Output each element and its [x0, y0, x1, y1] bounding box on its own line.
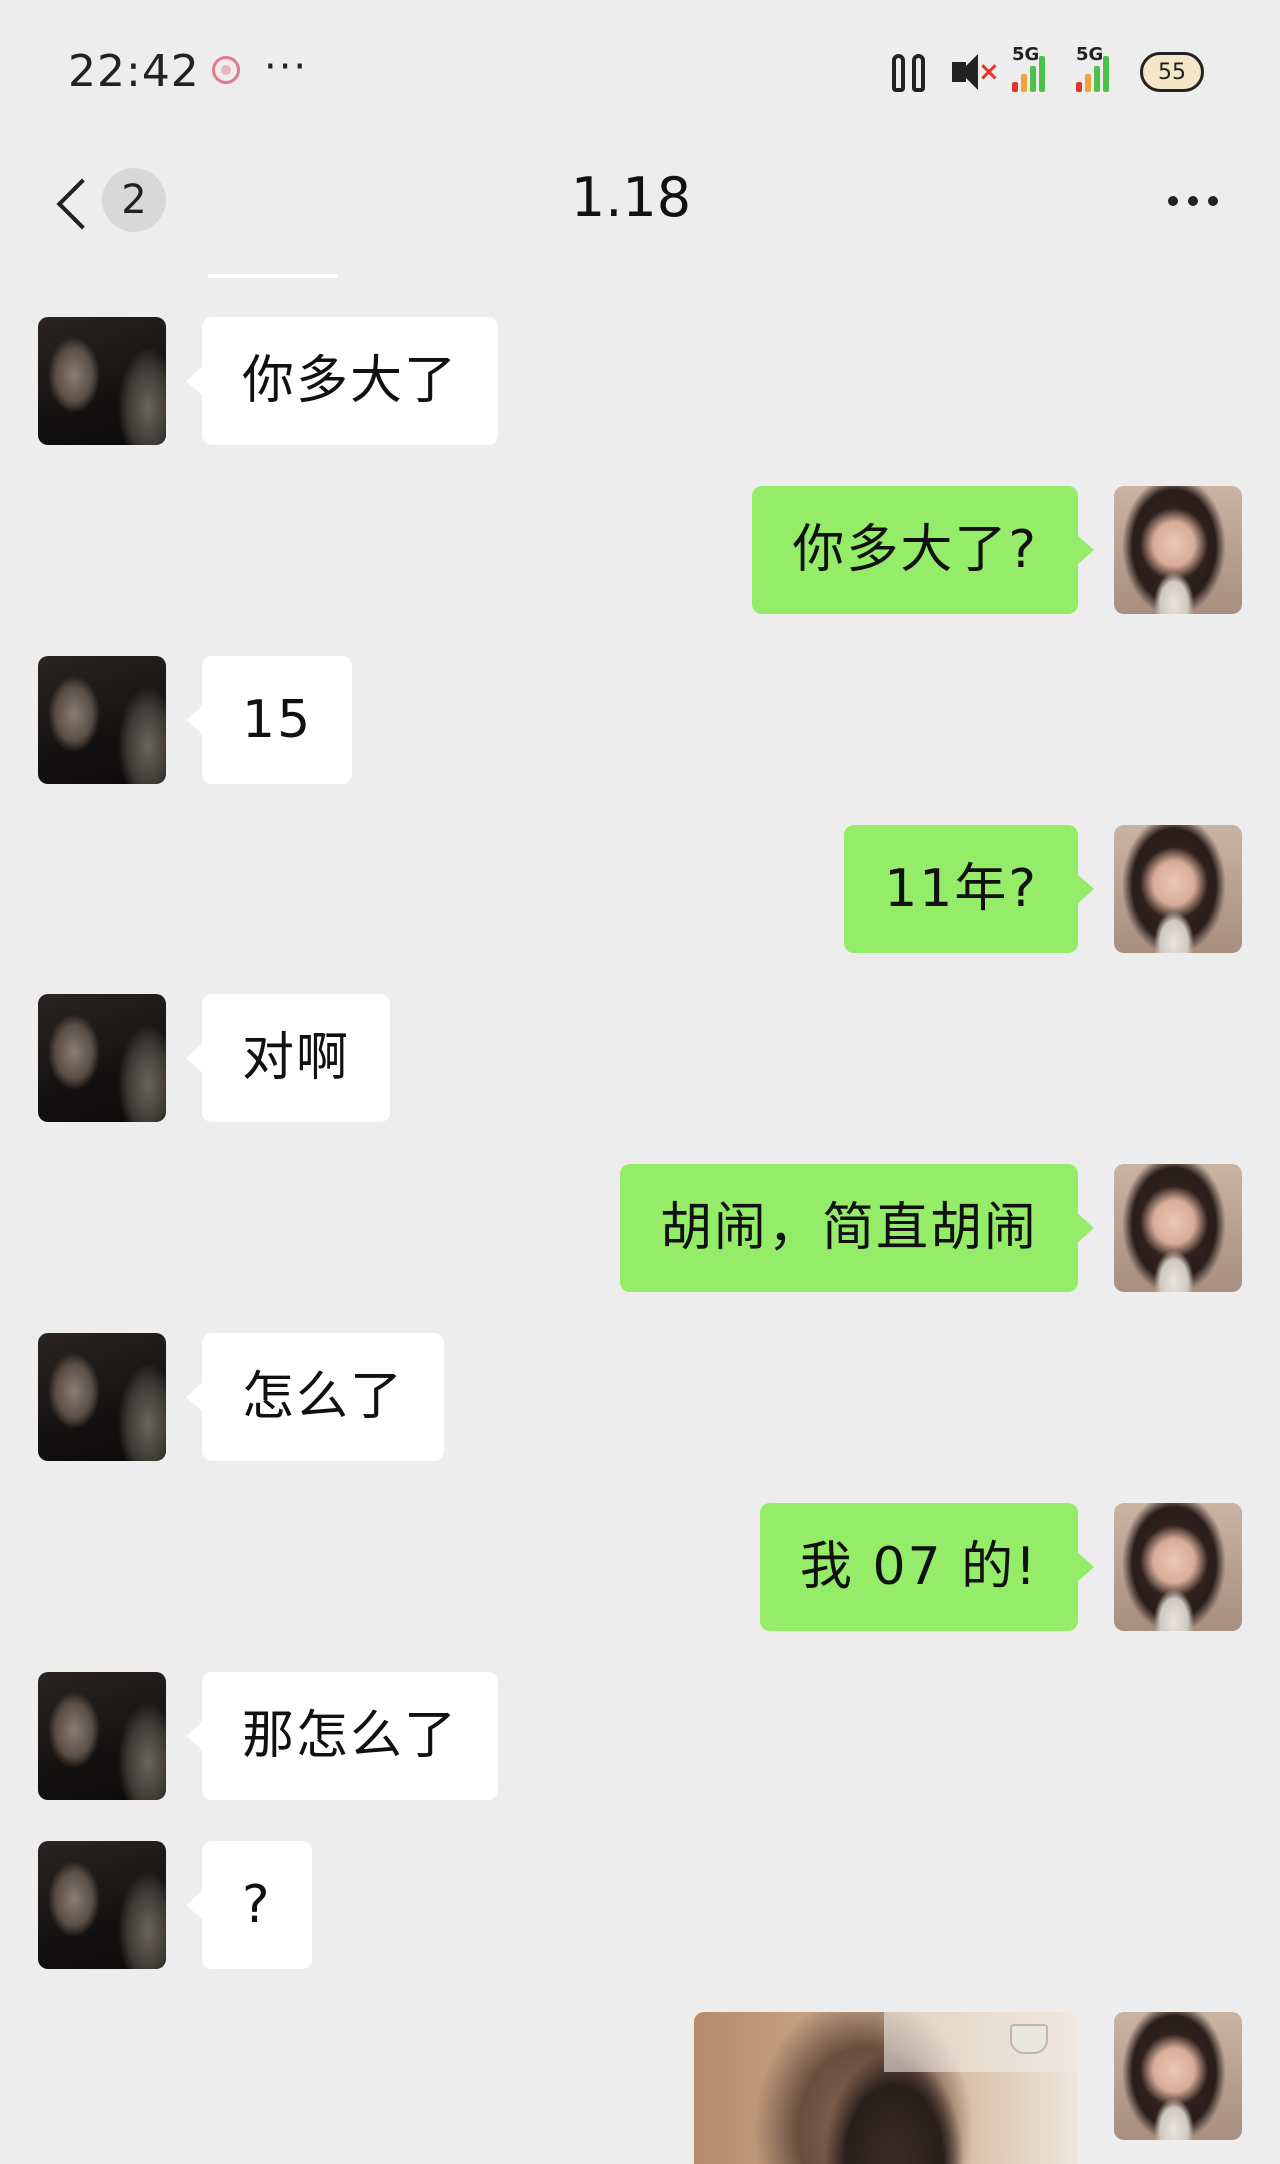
message-row: 11年?	[0, 825, 1280, 953]
outgoing-message-bubble[interactable]: 11年?	[844, 825, 1094, 953]
contact-avatar[interactable]	[38, 317, 166, 445]
more-options-icon[interactable]	[1168, 196, 1218, 206]
contact-avatar[interactable]	[38, 656, 166, 784]
status-bar: 22:42 ··· × 5G 5G 55	[0, 0, 1280, 140]
message-row: 胡闹，简直胡闹	[0, 1164, 1280, 1292]
message-row: 那怎么了	[0, 1672, 1280, 1800]
message-row: ?	[0, 1841, 1280, 1969]
header-divider	[208, 274, 338, 278]
status-more-icon: ···	[264, 44, 309, 90]
outgoing-message-bubble[interactable]: 我 07 的!	[759, 1503, 1095, 1631]
status-time: 22:42	[68, 46, 200, 97]
battery-icon: 55	[1140, 52, 1204, 92]
photo-background	[884, 2012, 1078, 2072]
message-row: 我 07 的!	[0, 1503, 1280, 1631]
self-avatar[interactable]	[1114, 1164, 1242, 1292]
message-row: 对啊	[0, 994, 1280, 1122]
self-avatar[interactable]	[1114, 1503, 1242, 1631]
photo-cup	[1010, 2024, 1048, 2054]
signal-5g-icon: 5G	[1076, 44, 1124, 92]
outgoing-message-bubble[interactable]: 胡闹，简直胡闹	[619, 1164, 1095, 1292]
incoming-message-bubble[interactable]: 怎么了	[185, 1333, 445, 1461]
self-avatar[interactable]	[1114, 486, 1242, 614]
message-row: 你多大了?	[0, 486, 1280, 614]
outgoing-image-message[interactable]	[694, 2012, 1078, 2164]
message-row: 你多大了	[0, 317, 1280, 445]
incoming-message-bubble[interactable]: 对啊	[185, 994, 391, 1122]
contact-avatar[interactable]	[38, 1333, 166, 1461]
earbuds-icon	[890, 50, 932, 92]
contact-avatar[interactable]	[38, 1672, 166, 1800]
signal-5g-icon: 5G	[1012, 44, 1060, 92]
signal-label: 5G	[1076, 44, 1104, 65]
incoming-message-bubble[interactable]: 15	[185, 656, 353, 784]
incoming-message-bubble[interactable]: 那怎么了	[185, 1672, 499, 1800]
message-row	[0, 2012, 1280, 2164]
mute-icon: ×	[948, 52, 1000, 92]
incoming-message-bubble[interactable]: ?	[186, 1841, 312, 1969]
self-avatar[interactable]	[1114, 825, 1242, 953]
self-avatar[interactable]	[1114, 2012, 1242, 2140]
battery-level: 55	[1158, 59, 1186, 85]
notification-app-icon	[212, 56, 240, 84]
message-row: 15	[0, 656, 1280, 784]
status-icons: × 5G 5G 55	[890, 44, 1204, 92]
incoming-message-bubble[interactable]: 你多大了	[185, 317, 499, 445]
contact-avatar[interactable]	[38, 1841, 166, 1969]
chat-title: 1.18	[570, 166, 692, 229]
signal-label: 5G	[1012, 44, 1040, 65]
chat-header: 2 1.18	[0, 140, 1280, 270]
contact-avatar[interactable]	[38, 994, 166, 1122]
outgoing-message-bubble[interactable]: 你多大了?	[752, 486, 1094, 614]
message-row: 怎么了	[0, 1333, 1280, 1461]
